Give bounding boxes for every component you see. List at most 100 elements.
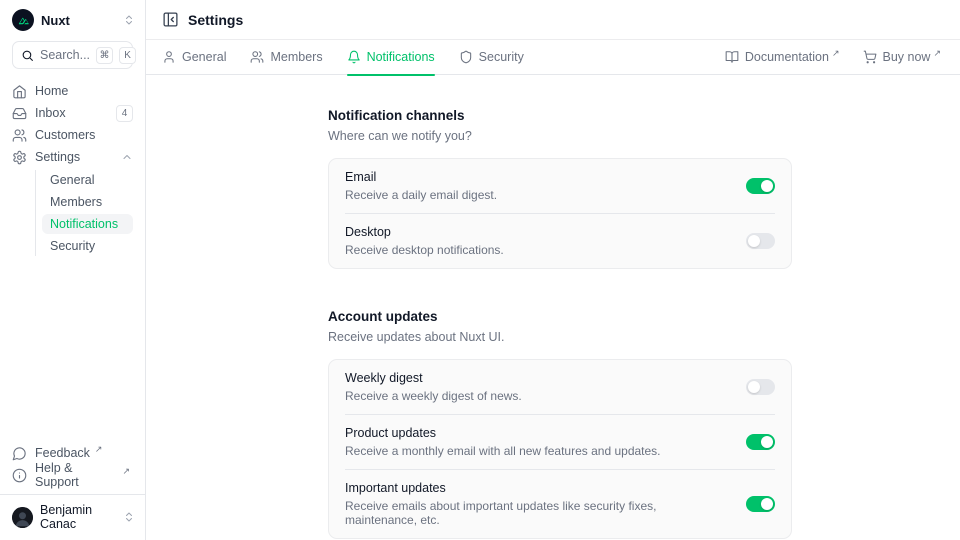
settings-content: Notification channels Where can we notif…	[146, 75, 960, 540]
user-menu[interactable]: Benjamin Canac	[0, 494, 145, 540]
settings-card: Email Receive a daily email digest. Desk…	[328, 158, 792, 269]
inbox-icon	[12, 106, 27, 121]
help-support-link[interactable]: Help & Support ↗	[12, 464, 133, 486]
setting-row-desktop: Desktop Receive desktop notifications.	[329, 214, 791, 268]
important-updates-toggle[interactable]	[746, 496, 775, 512]
sidebar-item-label: Customers	[35, 128, 133, 142]
home-icon	[12, 84, 27, 99]
desktop-toggle[interactable]	[746, 233, 775, 249]
sidebar-item-home[interactable]: Home	[12, 80, 133, 102]
kbd-k: K	[119, 47, 136, 64]
chat-bubble-icon	[12, 446, 27, 461]
nuxt-logo-icon	[12, 9, 34, 31]
tab-security[interactable]: Security	[459, 40, 524, 75]
notification-channels-section: Notification channels Where can we notif…	[328, 108, 792, 269]
sidebar-item-notifications[interactable]: Notifications	[42, 214, 133, 234]
tab-general[interactable]: General	[162, 40, 226, 75]
external-link-icon: ↗	[122, 466, 130, 477]
shield-icon	[459, 50, 473, 64]
search-placeholder: Search...	[40, 48, 90, 62]
chevrons-up-down-icon	[123, 14, 135, 26]
external-link-icon: ↗	[933, 48, 941, 59]
info-circle-icon	[12, 468, 27, 483]
sidebar: Nuxt Search... ⌘ K Home Inbox 4	[0, 0, 146, 540]
workspace-name: Nuxt	[41, 13, 116, 28]
sidebar-item-members[interactable]: Members	[42, 192, 133, 212]
setting-description: Receive a monthly email with all new fea…	[345, 444, 730, 458]
sidebar-item-customers[interactable]: Customers	[12, 124, 133, 146]
help-support-label: Help & Support	[35, 461, 117, 489]
setting-description: Receive a weekly digest of news.	[345, 389, 730, 403]
toggle-knob	[761, 436, 773, 448]
sidebar-item-label: Home	[35, 84, 133, 98]
chevrons-up-down-icon	[123, 511, 135, 523]
documentation-label: Documentation	[745, 50, 829, 64]
tab-label: Security	[479, 50, 524, 64]
sidebar-footer-links: Feedback ↗ Help & Support ↗	[0, 438, 145, 494]
sidebar-item-security[interactable]: Security	[42, 236, 133, 256]
toggle-knob	[761, 180, 773, 192]
setting-row-important-updates: Important updates Receive emails about i…	[329, 470, 791, 538]
user-icon	[162, 50, 176, 64]
cart-icon	[863, 50, 877, 64]
toggle-knob	[748, 235, 760, 247]
kbd-cmd: ⌘	[96, 47, 113, 64]
buy-now-link[interactable]: Buy now ↗	[863, 50, 945, 64]
product-updates-toggle[interactable]	[746, 434, 775, 450]
sidebar-nav: Home Inbox 4 Customers Settings Ge	[0, 80, 145, 258]
page-header: Settings	[146, 0, 960, 40]
section-subtitle: Receive updates about Nuxt UI.	[328, 330, 792, 344]
users-icon	[12, 128, 27, 143]
setting-row-email: Email Receive a daily email digest.	[329, 159, 791, 213]
tab-notifications[interactable]: Notifications	[347, 40, 435, 75]
section-title: Account updates	[328, 309, 792, 324]
sidebar-item-settings[interactable]: Settings	[12, 146, 133, 168]
sidebar-item-label: Members	[50, 195, 102, 209]
page-title: Settings	[188, 12, 243, 28]
chevron-up-icon	[121, 151, 133, 163]
account-updates-section: Account updates Receive updates about Nu…	[328, 309, 792, 539]
setting-description: Receive a daily email digest.	[345, 188, 730, 202]
toggle-knob	[761, 498, 773, 510]
sidebar-spacer	[0, 258, 145, 438]
bell-icon	[347, 50, 361, 64]
setting-row-product-updates: Product updates Receive a monthly email …	[329, 415, 791, 469]
workspace-switcher[interactable]: Nuxt	[0, 0, 145, 36]
setting-title: Email	[345, 170, 730, 184]
sidebar-item-general[interactable]: General	[42, 170, 133, 190]
gear-icon	[12, 150, 27, 165]
settings-card: Weekly digest Receive a weekly digest of…	[328, 359, 792, 539]
avatar	[12, 507, 33, 528]
sidebar-item-label: General	[50, 173, 94, 187]
external-link-icon: ↗	[95, 444, 103, 455]
weekly-digest-toggle[interactable]	[746, 379, 775, 395]
email-toggle[interactable]	[746, 178, 775, 194]
setting-title: Desktop	[345, 225, 730, 239]
sidebar-item-label: Security	[50, 239, 95, 253]
setting-row-weekly-digest: Weekly digest Receive a weekly digest of…	[329, 360, 791, 414]
search-icon	[21, 49, 34, 62]
inbox-count-badge: 4	[116, 105, 133, 122]
sidebar-item-label: Settings	[35, 150, 113, 164]
buy-now-label: Buy now	[883, 50, 931, 64]
user-name: Benjamin Canac	[40, 503, 116, 531]
tab-label: Members	[270, 50, 322, 64]
tab-members[interactable]: Members	[250, 40, 322, 75]
collapse-sidebar-icon[interactable]	[162, 11, 179, 28]
setting-title: Weekly digest	[345, 371, 730, 385]
documentation-link[interactable]: Documentation ↗	[725, 50, 843, 64]
sidebar-item-label: Inbox	[35, 106, 108, 120]
search-input[interactable]: Search... ⌘ K	[12, 41, 133, 69]
setting-title: Product updates	[345, 426, 730, 440]
users-icon	[250, 50, 264, 64]
book-icon	[725, 50, 739, 64]
settings-submenu: General Members Notifications Security	[35, 170, 133, 256]
tab-label: General	[182, 50, 226, 64]
toggle-knob	[748, 381, 760, 393]
tab-label: Notifications	[367, 50, 435, 64]
setting-title: Important updates	[345, 481, 730, 495]
main-panel: Settings General Members Notifications S…	[146, 0, 960, 540]
setting-description: Receive desktop notifications.	[345, 243, 730, 257]
sidebar-item-inbox[interactable]: Inbox 4	[12, 102, 133, 124]
sidebar-item-label: Notifications	[50, 217, 118, 231]
